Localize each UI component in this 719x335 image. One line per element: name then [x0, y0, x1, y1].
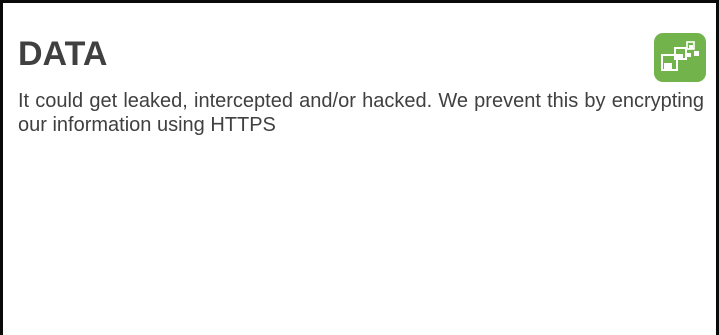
cubes-icon: [654, 33, 706, 82]
data-card: DATA It could get leaked, intercepted an…: [0, 0, 719, 335]
card-description: It could get leaked, intercepted and/or …: [18, 90, 704, 136]
cubes-icon-graphic: [661, 41, 699, 71]
card-title: DATA: [18, 35, 108, 73]
